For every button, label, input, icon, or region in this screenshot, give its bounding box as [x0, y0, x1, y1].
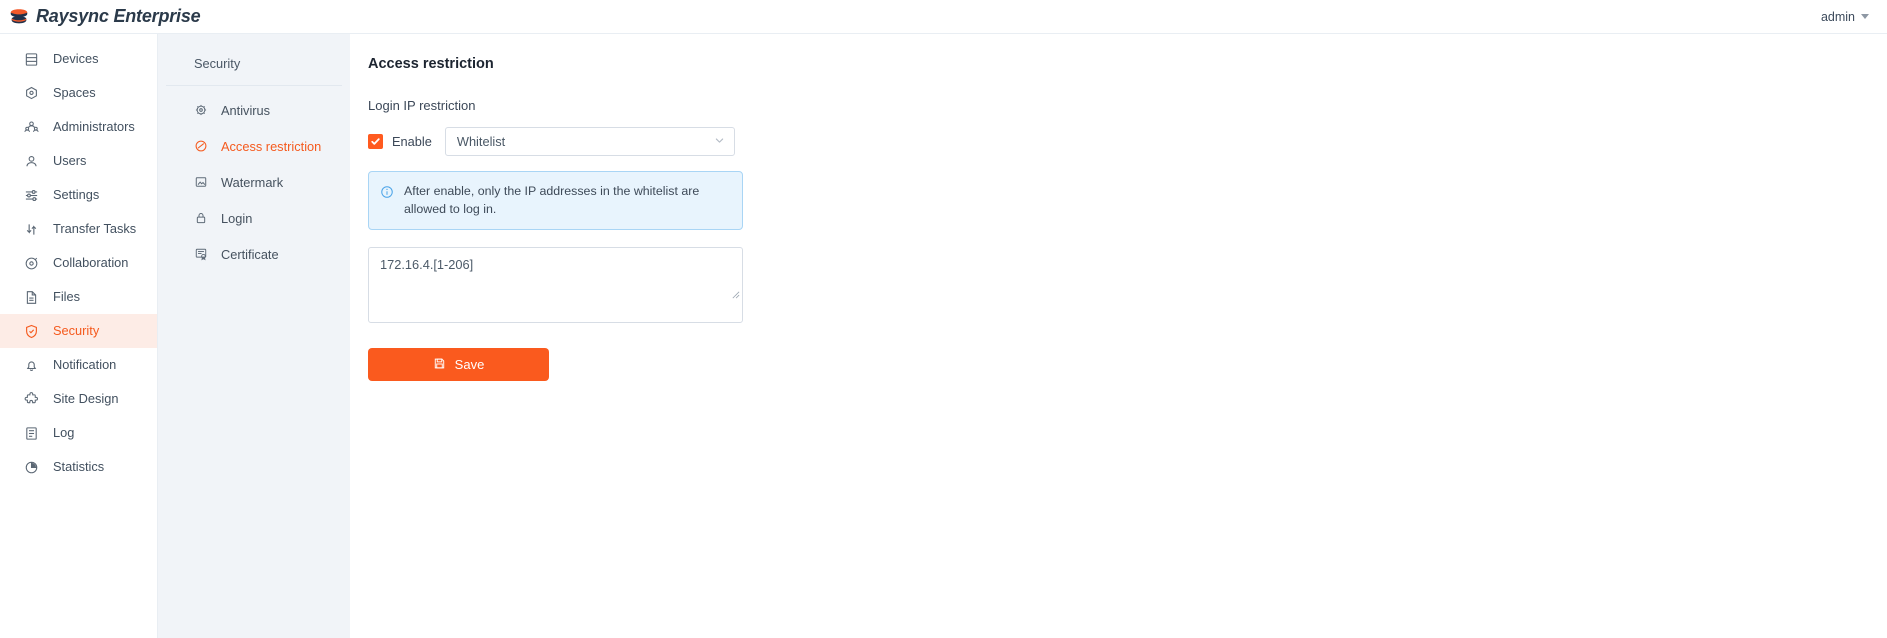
- server-icon: [24, 52, 39, 67]
- sidebar-item-label: Notification: [53, 356, 117, 372]
- hexagon-home-icon: [24, 86, 39, 101]
- certificate-icon: [194, 247, 208, 261]
- subnav-item-label: Watermark: [221, 174, 284, 190]
- sidebar-item-label: Site Design: [53, 390, 119, 406]
- users-group-icon: [24, 120, 39, 135]
- sidebar-item-settings[interactable]: Settings: [0, 178, 157, 212]
- sidebar-item-notification[interactable]: Notification: [0, 348, 157, 382]
- shield-check-icon: [24, 324, 39, 339]
- ip-textarea-wrapper: [368, 247, 743, 324]
- save-button[interactable]: Save: [368, 348, 549, 382]
- subnav-item-watermark[interactable]: Watermark: [166, 164, 342, 200]
- log-book-icon: [24, 426, 39, 441]
- check-icon: [371, 138, 380, 145]
- page-title: Access restriction: [368, 56, 494, 72]
- restriction-mode-value: Whitelist: [456, 134, 506, 149]
- chevron-down-icon: [714, 133, 725, 151]
- sidebar-item-collaboration[interactable]: Collaboration: [0, 246, 157, 280]
- sidebar-item-label: Users: [53, 152, 87, 168]
- lock-icon: [194, 211, 208, 225]
- sidebar-item-transfer-tasks[interactable]: Transfer Tasks: [0, 212, 157, 246]
- sidebar-item-administrators[interactable]: Administrators: [0, 110, 157, 144]
- user-menu[interactable]: admin: [1821, 10, 1869, 24]
- sidebar-item-statistics[interactable]: Statistics: [0, 450, 157, 484]
- sidebar-item-site-design[interactable]: Site Design: [0, 382, 157, 416]
- security-subnav: Security Antivirus Access restriction Wa…: [166, 42, 342, 638]
- sidebar-item-label: Transfer Tasks: [53, 220, 137, 236]
- alert-text: After enable, only the IP addresses in t…: [404, 184, 700, 216]
- subnav-item-label: Certificate: [221, 246, 279, 262]
- transfer-icon: [24, 222, 39, 237]
- sidebar-item-files[interactable]: Files: [0, 280, 157, 314]
- enable-checkbox[interactable]: [368, 134, 383, 149]
- save-button-label: Save: [454, 357, 485, 373]
- sidebar-item-label: Devices: [53, 50, 99, 66]
- sidebar-item-label: Spaces: [53, 84, 96, 100]
- bell-icon: [24, 358, 39, 373]
- sidebar-item-label: Files: [53, 288, 81, 304]
- subnav-item-certificate[interactable]: Certificate: [166, 236, 342, 272]
- ip-whitelist-textarea[interactable]: [368, 247, 743, 324]
- chevron-down-icon: [1861, 14, 1869, 19]
- sidebar-item-spaces[interactable]: Spaces: [0, 76, 157, 110]
- main-content: Access restriction Login IP restriction …: [350, 34, 1887, 638]
- subnav-item-label: Access restriction: [221, 138, 322, 154]
- sidebar-item-label: Log: [53, 424, 75, 440]
- app-body: Devices Spaces Administrators Users Sett…: [0, 34, 1887, 638]
- sidebar-item-label: Collaboration: [53, 254, 129, 270]
- top-bar: Raysync Enterprise admin: [0, 0, 1887, 34]
- sidebar-item-label: Security: [53, 322, 100, 338]
- sidebar-item-users[interactable]: Users: [0, 144, 157, 178]
- sliders-icon: [24, 188, 39, 203]
- enable-label: Enable: [392, 134, 432, 149]
- orbit-icon: [24, 256, 39, 271]
- subnav-item-label: Antivirus: [221, 102, 271, 118]
- sidebar-item-label: Administrators: [53, 118, 135, 134]
- access-block-icon: [194, 139, 208, 153]
- subnav-item-antivirus[interactable]: Antivirus: [166, 92, 342, 128]
- virus-shield-icon: [194, 103, 208, 117]
- puzzle-icon: [24, 391, 39, 407]
- pie-chart-icon: [24, 460, 39, 475]
- whitelist-info-alert: After enable, only the IP addresses in t…: [368, 171, 743, 231]
- save-disk-icon: [433, 357, 446, 373]
- restriction-mode-select[interactable]: Whitelist: [444, 127, 735, 156]
- subnav-title: Security: [166, 48, 342, 86]
- sidebar-item-security[interactable]: Security: [0, 314, 157, 348]
- sidebar-item-label: Statistics: [53, 458, 105, 474]
- subnav-item-login[interactable]: Login: [166, 200, 342, 236]
- file-icon: [24, 290, 39, 305]
- brand-name: Raysync Enterprise: [36, 6, 201, 26]
- subnav-item-label: Login: [221, 210, 253, 226]
- watermark-image-icon: [194, 175, 208, 189]
- brand: Raysync Enterprise: [8, 6, 201, 28]
- login-ip-restriction-label: Login IP restriction: [368, 98, 476, 113]
- sidebar-item-log[interactable]: Log: [0, 416, 157, 450]
- user-icon: [24, 154, 39, 169]
- info-circle-icon: [380, 185, 394, 204]
- security-subnav-panel: Security Antivirus Access restriction Wa…: [158, 34, 350, 638]
- enable-row: Enable Whitelist: [368, 127, 1887, 156]
- subnav-item-access-restriction[interactable]: Access restriction: [166, 128, 342, 164]
- sidebar-item-label: Settings: [53, 186, 100, 202]
- user-menu-label: admin: [1820, 9, 1855, 24]
- sidebar-item-devices[interactable]: Devices: [0, 42, 157, 76]
- raysync-layers-logo-icon: [8, 6, 30, 28]
- primary-sidebar: Devices Spaces Administrators Users Sett…: [0, 34, 158, 638]
